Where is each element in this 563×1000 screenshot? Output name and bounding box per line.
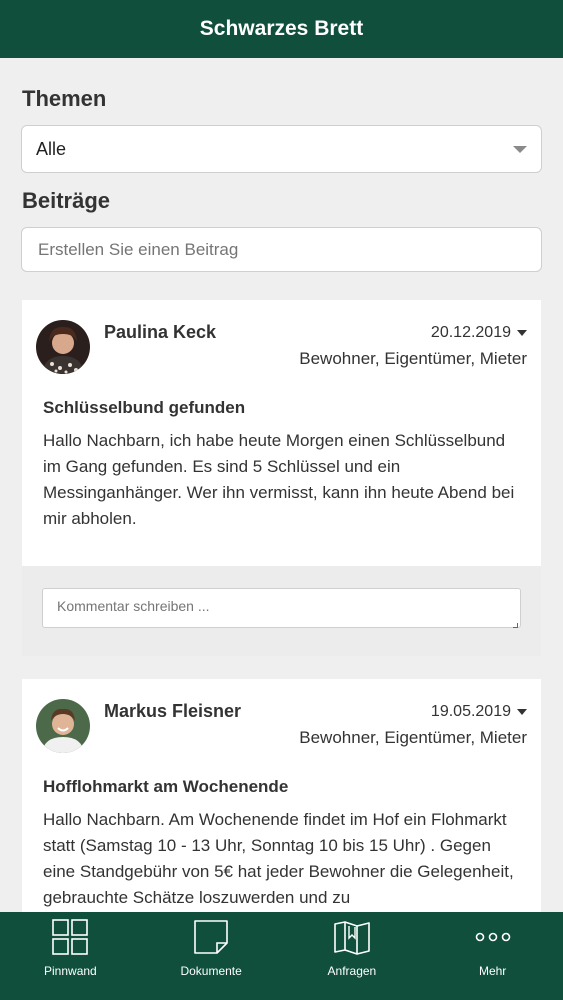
- tab-anfragen[interactable]: Anfragen: [282, 912, 423, 1000]
- post-title: Schlüsselbund gefunden: [43, 398, 246, 417]
- post-author: Paulina Keck: [104, 322, 217, 342]
- themes-heading: Themen: [22, 86, 107, 111]
- post-date[interactable]: 19.05.2019: [431, 703, 527, 721]
- themes-select-value: Alle: [36, 138, 67, 159]
- chevron-down-icon: [513, 146, 527, 153]
- document-icon: [194, 920, 228, 954]
- caret-down-icon: [517, 709, 527, 715]
- main-content[interactable]: Themen Alle Beiträge Paulina Keck 20.12.…: [0, 58, 563, 912]
- more-icon: [475, 932, 510, 942]
- bottom-tab-bar: Pinnwand Dokumente Anfragen Mehr: [0, 912, 563, 1000]
- tab-label: Mehr: [478, 964, 507, 978]
- tab-label: Pinnwand: [44, 964, 97, 978]
- post-audience: Bewohner, Eigentümer, Mieter: [299, 728, 527, 747]
- post-author: Markus Fleisner: [104, 701, 242, 721]
- comment-section: [22, 566, 541, 656]
- caret-down-icon: [517, 330, 527, 336]
- themes-select[interactable]: Alle: [21, 125, 542, 173]
- posts-heading: Beiträge: [22, 188, 111, 213]
- avatar[interactable]: [36, 320, 90, 374]
- post-body: Hallo Nachbarn. Am Wochenende findet im …: [43, 810, 514, 907]
- post-card: Paulina Keck 20.12.2019 Bewohner, Eigent…: [22, 300, 541, 566]
- comment-input[interactable]: [42, 588, 521, 628]
- tab-label: Dokumente: [180, 964, 242, 978]
- post-card: Markus Fleisner 19.05.2019 Bewohner, Eig…: [22, 679, 541, 912]
- avatar[interactable]: [36, 699, 90, 753]
- resize-handle-icon[interactable]: [513, 623, 518, 628]
- grid-icon: [52, 919, 89, 955]
- tab-label: Anfragen: [327, 964, 377, 978]
- page-title: Schwarzes Brett: [199, 17, 364, 40]
- tab-mehr[interactable]: Mehr: [422, 912, 563, 1000]
- post-date-label: 20.12.2019: [430, 324, 511, 341]
- post-body: Hallo Nachbarn, ich habe heute Morgen ei…: [43, 431, 515, 528]
- post-date[interactable]: 20.12.2019: [431, 324, 527, 342]
- tab-dokumente[interactable]: Dokumente: [141, 912, 282, 1000]
- post-audience: Bewohner, Eigentümer, Mieter: [299, 349, 527, 368]
- tab-pinnwand[interactable]: Pinnwand: [0, 912, 141, 1000]
- create-post-input[interactable]: [21, 227, 542, 272]
- post-title: Hofflohmarkt am Wochenende: [43, 777, 289, 796]
- app-header: Schwarzes Brett: [0, 0, 563, 58]
- book-icon: [334, 921, 370, 955]
- post-date-label: 19.05.2019: [430, 703, 511, 720]
